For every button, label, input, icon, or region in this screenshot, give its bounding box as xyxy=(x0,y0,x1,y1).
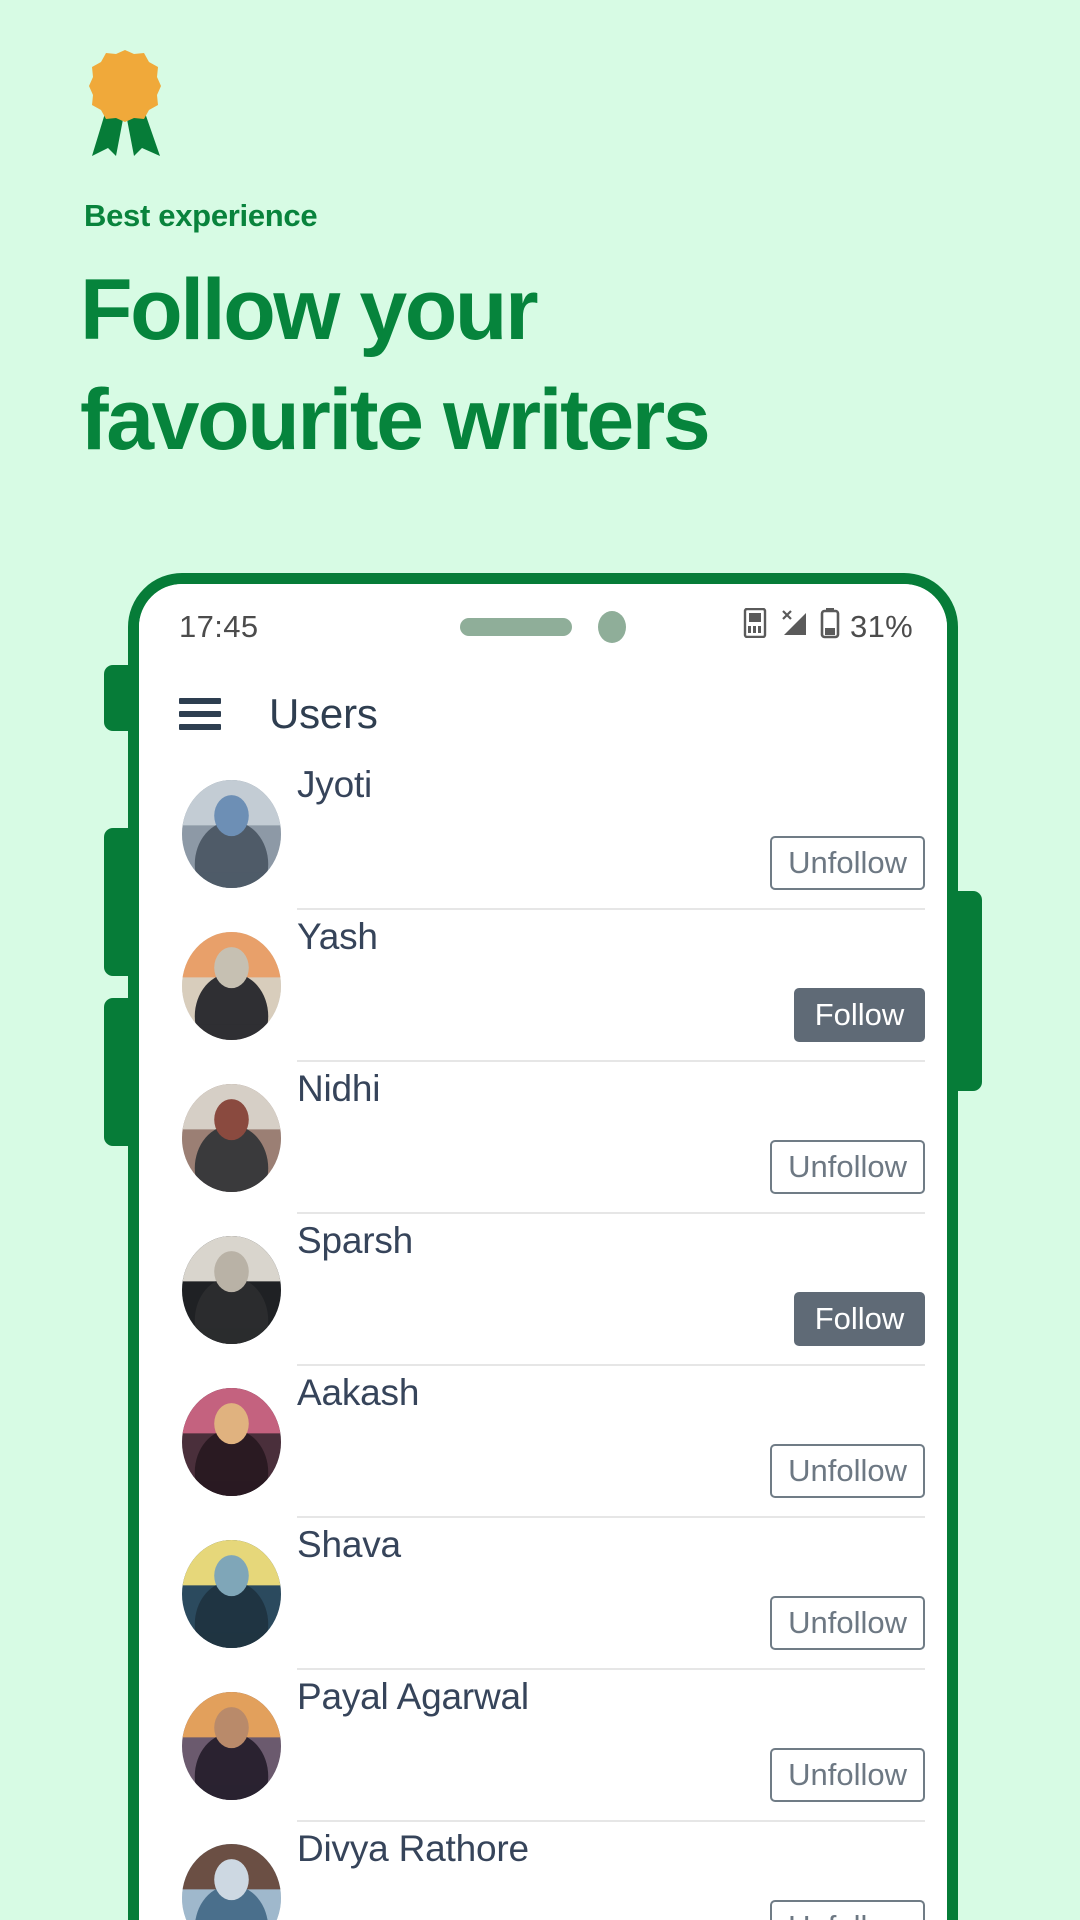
unfollow-button[interactable]: Unfollow xyxy=(770,1140,925,1194)
speaker-grille-icon xyxy=(460,618,572,636)
avatar xyxy=(182,1388,281,1496)
follow-button[interactable]: Follow xyxy=(794,1292,925,1346)
user-name: Shava xyxy=(297,1524,401,1565)
status-bar-clock: 17:45 xyxy=(179,609,259,644)
promo-title-line-2: favourite writers xyxy=(80,372,711,469)
signal-no-service-icon xyxy=(778,607,810,647)
table-row[interactable]: Divya Rathore Unfollow xyxy=(139,1822,947,1920)
table-row[interactable]: Nidhi Unfollow xyxy=(139,1062,947,1214)
avatar xyxy=(182,1540,281,1648)
page-title: Users xyxy=(269,690,378,737)
front-camera-icon xyxy=(598,611,626,643)
avatar xyxy=(182,1844,281,1920)
table-row[interactable]: Sparsh Follow xyxy=(139,1214,947,1366)
promo-screenshot: Best experience Follow your favourite wr… xyxy=(0,0,1080,1920)
user-name: Yash xyxy=(297,916,378,957)
user-name: Payal Agarwal xyxy=(297,1676,529,1717)
follow-button[interactable]: Follow xyxy=(794,988,925,1042)
user-name: Sparsh xyxy=(297,1220,414,1261)
user-name: Jyoti xyxy=(297,764,373,805)
avatar xyxy=(182,780,281,888)
sim-card-icon xyxy=(742,607,768,646)
unfollow-button[interactable]: Unfollow xyxy=(770,1748,925,1802)
phone-screen: 17:45 31% Users Jyoti Unfollow Yash Foll… xyxy=(128,573,958,1920)
unfollow-button[interactable]: Unfollow xyxy=(770,1596,925,1650)
avatar xyxy=(182,1236,281,1344)
user-name: Divya Rathore xyxy=(297,1828,529,1869)
table-row[interactable]: Payal Agarwal Unfollow xyxy=(139,1670,947,1822)
app-bar: Users xyxy=(139,670,947,758)
phone-mockup: 17:45 31% Users Jyoti Unfollow Yash Foll… xyxy=(104,573,982,1920)
user-name: Aakash xyxy=(297,1372,420,1413)
promo-eyebrow: Best experience xyxy=(84,198,318,233)
promo-title: Follow your favourite writers xyxy=(80,255,980,475)
table-row[interactable]: Aakash Unfollow xyxy=(139,1366,947,1518)
user-name: Nidhi xyxy=(297,1068,381,1109)
status-bar-indicators: 31% xyxy=(742,607,913,647)
battery-percentage: 31% xyxy=(850,609,913,644)
avatar xyxy=(182,1084,281,1192)
status-bar: 17:45 31% xyxy=(139,584,947,670)
unfollow-button[interactable]: Unfollow xyxy=(770,836,925,890)
battery-icon xyxy=(820,607,840,647)
table-row[interactable]: Shava Unfollow xyxy=(139,1518,947,1670)
hamburger-menu-icon[interactable] xyxy=(179,698,221,730)
table-row[interactable]: Yash Follow xyxy=(139,910,947,1062)
promo-title-line-1: Follow your xyxy=(80,262,539,358)
users-list: Jyoti Unfollow Yash Follow Nidhi Unfollow Spar… xyxy=(139,758,947,1920)
avatar xyxy=(182,1692,281,1800)
table-row[interactable]: Jyoti Unfollow xyxy=(139,758,947,910)
unfollow-button[interactable]: Unfollow xyxy=(770,1444,925,1498)
unfollow-button[interactable]: Unfollow xyxy=(770,1900,925,1920)
award-ribbon-icon xyxy=(82,48,168,158)
avatar xyxy=(182,932,281,1040)
